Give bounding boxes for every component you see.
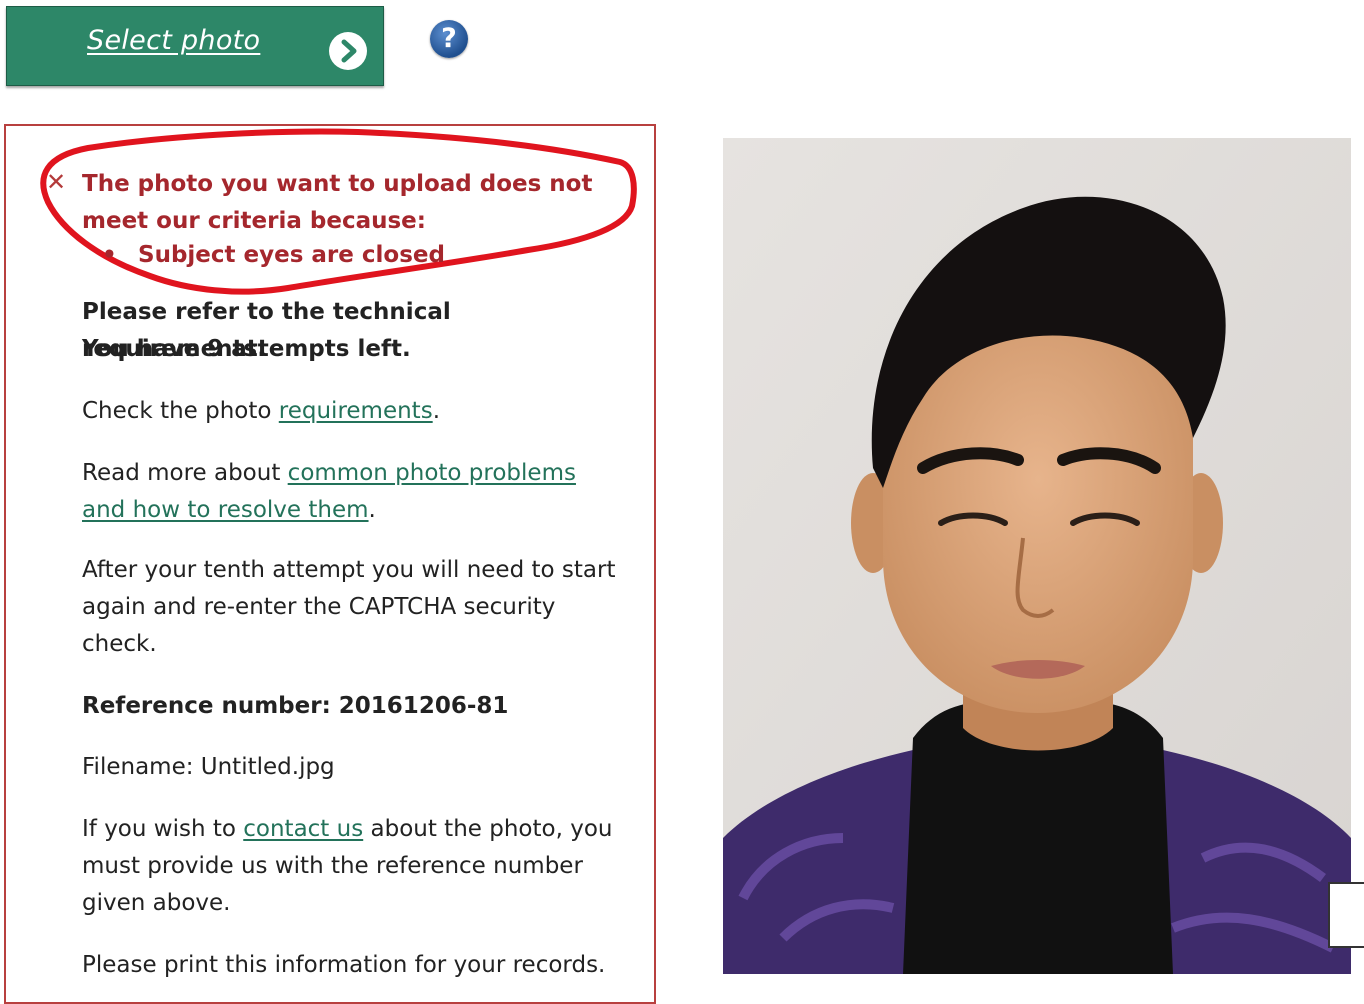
close-icon: ✕ <box>46 168 67 196</box>
error-reason: • Subject eyes are closed <box>102 242 445 268</box>
error-box: ✕ The photo you want to upload does not … <box>6 126 654 306</box>
uploaded-photo <box>723 138 1351 974</box>
select-photo-label: Select photo <box>87 25 261 56</box>
print-note: Please print this information for your r… <box>82 952 606 978</box>
read-more: Read more about common photo problems an… <box>82 460 576 523</box>
question-icon[interactable]: ? <box>430 20 468 58</box>
requirements-link[interactable]: requirements <box>279 398 433 424</box>
result-panel: ✕ The photo you want to upload does not … <box>4 124 656 1004</box>
error-title: The photo you want to upload does not me… <box>82 171 593 234</box>
check-requirements: Check the photo requirements. <box>82 398 440 424</box>
contact-us-link[interactable]: contact us <box>243 816 363 842</box>
tenth-attempt-note: After your tenth attempt you will need t… <box>82 557 616 657</box>
chevron-right-icon <box>329 32 367 70</box>
select-photo-button[interactable]: Select photo <box>6 6 384 86</box>
resize-handle[interactable] <box>1328 882 1364 948</box>
contact-note: If you wish to contact us about the phot… <box>82 816 613 916</box>
filename: Filename: Untitled.jpg <box>82 754 335 780</box>
attempts-left: You have 9 attempts left. <box>82 336 411 362</box>
reference-number: Reference number: 20161206-81 <box>82 693 509 719</box>
error-reason-text: Subject eyes are closed <box>138 242 445 268</box>
